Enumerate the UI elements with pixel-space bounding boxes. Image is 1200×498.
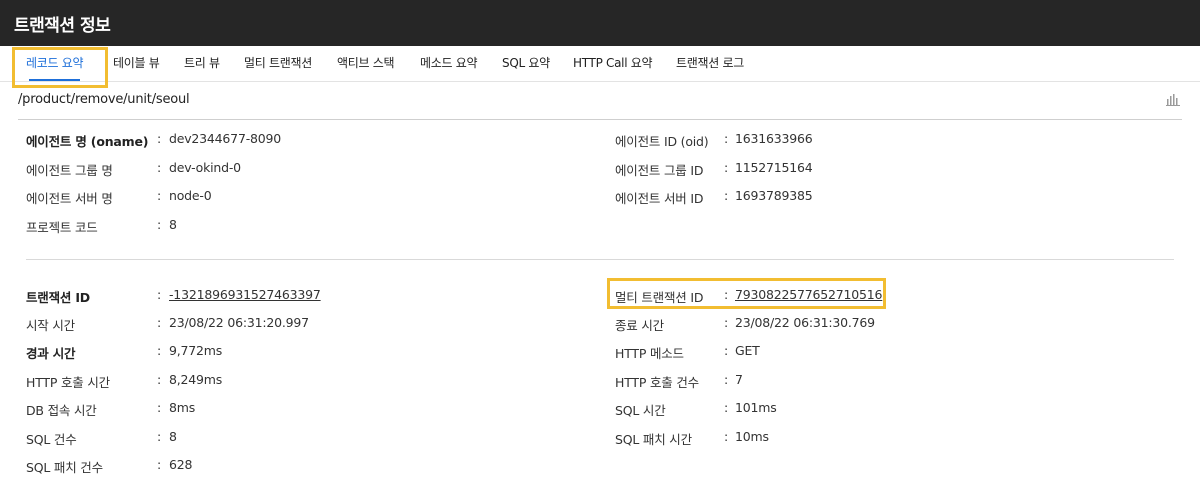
transaction-path: /product/remove/unit/seoul bbox=[18, 92, 190, 107]
field-colon: : bbox=[724, 400, 729, 415]
field-value: 8,249ms bbox=[169, 372, 223, 387]
tab-bar: 레코드 요약 테이블 뷰 트리 뷰 멀티 트랜잭션 액티브 스택 메소드 요약 … bbox=[0, 46, 1200, 82]
field-colon: : bbox=[157, 372, 162, 387]
field-label: SQL 시간 bbox=[615, 403, 666, 418]
field-colon: : bbox=[724, 188, 729, 203]
field-label: HTTP 호출 건수 bbox=[615, 375, 699, 390]
field-colon: : bbox=[724, 372, 729, 387]
tab-method-summary[interactable]: 메소드 요약 bbox=[420, 46, 478, 82]
field-value: 1152715164 bbox=[735, 160, 813, 175]
tab-label: 멀티 트랜잭션 bbox=[244, 56, 312, 70]
field-label: 에이전트 ID (oid) bbox=[615, 134, 709, 149]
field-colon: : bbox=[724, 343, 729, 358]
field-label: 에이전트 그룹 ID bbox=[615, 163, 704, 178]
field-value: GET bbox=[735, 343, 760, 358]
field-value: 9,772ms bbox=[169, 343, 223, 358]
field-value: 1631633966 bbox=[735, 131, 813, 146]
field-colon: : bbox=[157, 287, 162, 302]
field-value: 7 bbox=[735, 372, 743, 387]
transaction-id-link[interactable]: -1321896931527463397 bbox=[169, 287, 321, 302]
field-colon: : bbox=[157, 188, 162, 203]
field-colon: : bbox=[724, 131, 729, 146]
field-value: 101ms bbox=[735, 400, 777, 415]
field-label: 종료 시간 bbox=[615, 318, 664, 333]
bar-chart-icon[interactable] bbox=[1166, 94, 1180, 106]
tab-label: 메소드 요약 bbox=[420, 56, 478, 70]
section-divider bbox=[26, 259, 1174, 260]
field-value: dev2344677-8090 bbox=[169, 131, 282, 146]
field-label: 경과 시간 bbox=[26, 346, 76, 361]
field-colon: : bbox=[157, 343, 162, 358]
field-label: 에이전트 그룹 명 bbox=[26, 163, 113, 178]
field-label: DB 접속 시간 bbox=[26, 403, 97, 418]
field-value: 10ms bbox=[735, 429, 769, 444]
field-colon: : bbox=[157, 160, 162, 175]
multi-transaction-highlight-box bbox=[607, 278, 886, 309]
field-value: 23/08/22 06:31:20.997 bbox=[169, 315, 309, 330]
tab-transaction-log[interactable]: 트랜잭션 로그 bbox=[676, 46, 744, 82]
field-label: SQL 패치 시간 bbox=[615, 432, 692, 447]
field-colon: : bbox=[157, 315, 162, 330]
field-value: 23/08/22 06:31:30.769 bbox=[735, 315, 875, 330]
path-row: /product/remove/unit/seoul bbox=[18, 82, 1182, 120]
field-value: dev-okind-0 bbox=[169, 160, 241, 175]
field-colon: : bbox=[157, 217, 162, 232]
field-label: SQL 건수 bbox=[26, 432, 77, 447]
tab-sql-summary[interactable]: SQL 요약 bbox=[502, 46, 550, 82]
tab-table-view[interactable]: 테이블 뷰 bbox=[113, 46, 160, 82]
field-value: 628 bbox=[169, 457, 193, 472]
tab-label: 트리 뷰 bbox=[184, 56, 220, 70]
field-value: 8ms bbox=[169, 400, 196, 415]
tab-multi-transaction[interactable]: 멀티 트랜잭션 bbox=[244, 46, 312, 82]
tab-tree-view[interactable]: 트리 뷰 bbox=[184, 46, 220, 82]
field-colon: : bbox=[157, 457, 162, 472]
field-value: node-0 bbox=[169, 188, 212, 203]
field-label: 프로젝트 코드 bbox=[26, 220, 98, 235]
tab-label: 테이블 뷰 bbox=[113, 56, 160, 70]
tab-label: 트랜잭션 로그 bbox=[676, 56, 744, 70]
field-value: 1693789385 bbox=[735, 188, 813, 203]
tab-label: 액티브 스택 bbox=[337, 56, 395, 70]
tab-label: HTTP Call 요약 bbox=[573, 56, 653, 70]
field-colon: : bbox=[724, 160, 729, 175]
field-label: 트랜잭션 ID bbox=[26, 290, 90, 305]
field-label: 시작 시간 bbox=[26, 318, 75, 333]
field-label: SQL 패치 건수 bbox=[26, 460, 103, 475]
tab-label: SQL 요약 bbox=[502, 56, 550, 70]
field-value: 8 bbox=[169, 429, 177, 444]
field-label: HTTP 호출 시간 bbox=[26, 375, 110, 390]
field-label: 에이전트 서버 ID bbox=[615, 191, 704, 206]
field-colon: : bbox=[724, 429, 729, 444]
field-colon: : bbox=[157, 400, 162, 415]
window-title: 트랜잭션 정보 bbox=[14, 16, 111, 36]
title-bar: 트랜잭션 정보 bbox=[0, 0, 1200, 46]
field-value: 8 bbox=[169, 217, 177, 232]
field-label: HTTP 메소드 bbox=[615, 346, 684, 361]
tab-active-stack[interactable]: 액티브 스택 bbox=[337, 46, 395, 82]
field-label: 에이전트 명 (oname) bbox=[26, 134, 149, 149]
tab-http-call-summary[interactable]: HTTP Call 요약 bbox=[573, 46, 653, 82]
field-colon: : bbox=[157, 429, 162, 444]
field-colon: : bbox=[724, 315, 729, 330]
field-colon: : bbox=[157, 131, 162, 146]
field-label: 에이전트 서버 명 bbox=[26, 191, 113, 206]
